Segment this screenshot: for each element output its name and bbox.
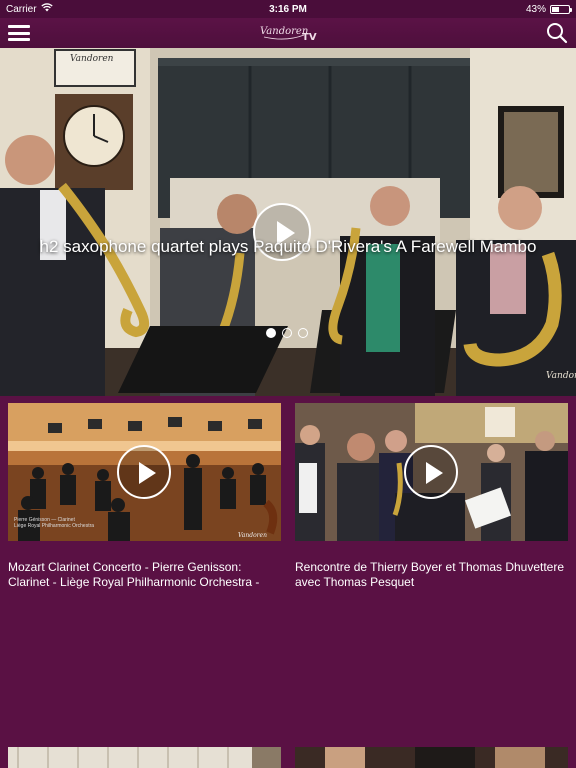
featured-video-carousel[interactable]: Vandoren Vandoren <box>0 48 576 396</box>
carousel-dot-3[interactable] <box>298 328 308 338</box>
video-title[interactable]: Mozart Clarinet Concerto - Pierre Geniss… <box>8 560 281 590</box>
status-left: Carrier <box>6 3 53 15</box>
video-card-partial[interactable] <box>295 747 568 768</box>
battery-icon <box>550 4 572 14</box>
status-time: 3:16 PM <box>269 3 307 15</box>
video-thumbnail-partial <box>295 747 568 768</box>
carrier-label: Carrier <box>6 3 37 15</box>
wifi-icon <box>40 3 53 15</box>
carousel-dot-1[interactable] <box>266 328 276 338</box>
status-right: 43% <box>525 3 572 15</box>
caption-line-2: Liège Royal Philharmonic Orchestra <box>14 523 95 529</box>
video-play-button[interactable] <box>117 445 171 499</box>
search-icon[interactable] <box>546 22 568 44</box>
svg-text:TV: TV <box>302 32 317 43</box>
card-caption: Pierre Génisson — Clarinet Liège Royal P… <box>14 517 94 529</box>
nav-bar: Vandoren TV <box>0 18 576 48</box>
featured-video-title[interactable]: h2 saxophone quartet plays Paquito D'Riv… <box>30 236 546 258</box>
battery-percent: 43% <box>525 3 546 15</box>
video-card-partial[interactable] <box>8 747 281 768</box>
hero-watermark: Vandoren <box>546 371 576 381</box>
battery-fill <box>552 6 559 12</box>
video-thumbnail[interactable]: Vandoren Pierre Génisson — Clarinet Lièg… <box>8 403 281 541</box>
carousel-dot-2[interactable] <box>282 328 292 338</box>
video-play-button[interactable] <box>404 445 458 499</box>
video-thumbnail[interactable] <box>295 403 568 541</box>
card-watermark: Vandoren <box>238 532 267 539</box>
video-thumbnail-partial <box>8 747 281 768</box>
app-logo[interactable]: Vandoren TV <box>0 18 576 48</box>
vandoren-tv-logo-icon: Vandoren TV <box>260 26 317 43</box>
video-title[interactable]: Rencontre de Thierry Boyer et Thomas Dhu… <box>295 560 568 590</box>
status-bar: Carrier 3:16 PM 43% <box>0 0 576 18</box>
wall-sign-text: Vandoren <box>70 54 114 64</box>
